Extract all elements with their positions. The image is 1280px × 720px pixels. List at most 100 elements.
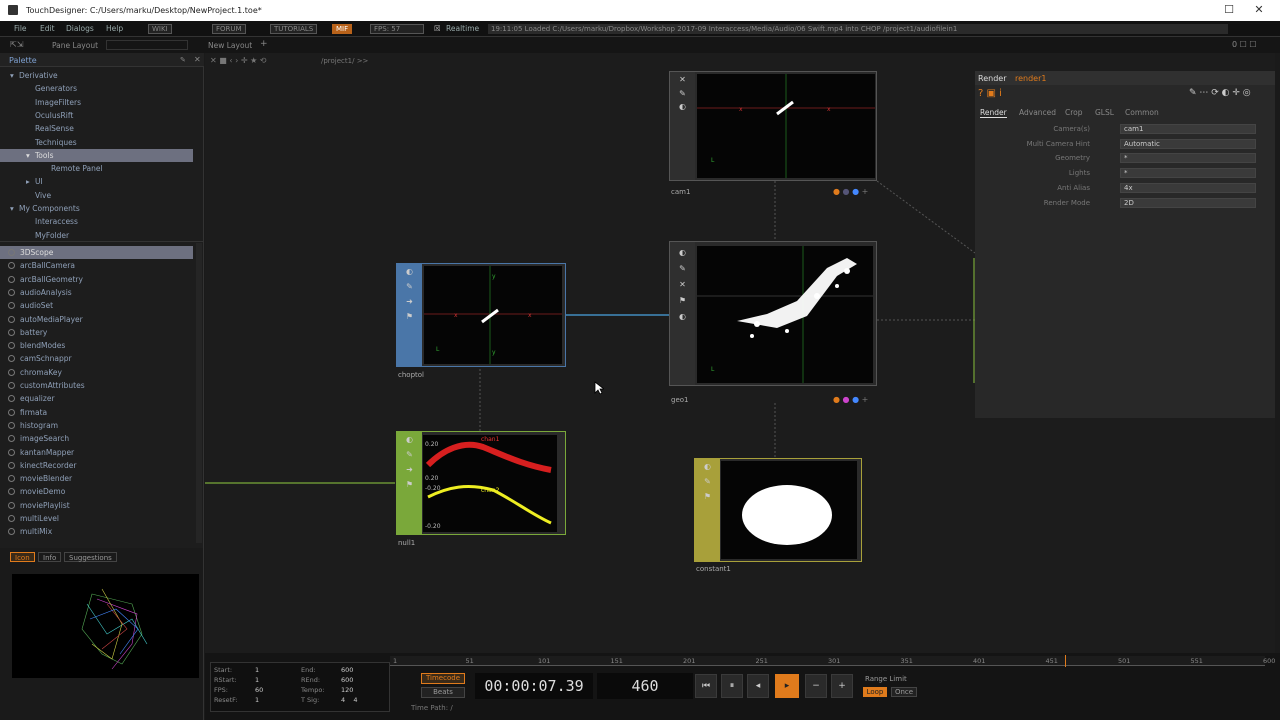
palette-component-item[interactable]: arcBallGeometry [0,273,193,286]
palette-folder-my-components[interactable]: ▾ My Components [0,202,193,215]
palette-component-item[interactable]: equalizer [0,392,193,405]
palette-close-icon[interactable]: ✕ [194,55,201,64]
palette-component-item[interactable]: camSchnappr [0,352,193,365]
forum-button[interactable]: FORUM [212,24,246,34]
pin-icon[interactable]: ✎ [180,56,186,64]
frame-display[interactable]: 460 [597,673,693,699]
tutorials-button[interactable]: TUTORIALS [270,24,318,34]
pane-controls-icon[interactable]: 0 ☐ ☐ [1232,40,1257,49]
playhead[interactable] [1065,655,1066,667]
pane-layout-label[interactable]: Pane Layout [52,41,98,50]
step-back-icon[interactable]: − [805,674,827,698]
tempo-value[interactable]: 120 [341,686,353,694]
param-field[interactable]: * [1120,168,1256,179]
palette-component-item[interactable]: firmata [0,406,193,419]
param-tab-crop[interactable]: Crop [1065,108,1083,117]
palette-component-item[interactable]: histogram [0,419,193,432]
reverse-play-icon[interactable]: ◂ [747,674,769,698]
close-icon[interactable]: ✕ [678,75,687,84]
viewer-icon[interactable]: ◐ [678,248,687,257]
beats-button[interactable]: Beats [421,687,465,698]
wiki-button[interactable]: WIKI [148,24,172,34]
palette-component-item[interactable]: battery [0,326,193,339]
realtime-toggle-icon[interactable]: ☒ [434,24,441,33]
param-tab-render[interactable]: Render [980,108,1007,118]
menu-file[interactable]: File [14,24,27,33]
tab-icon[interactable]: Icon [10,552,35,562]
param-field[interactable]: Automatic [1120,138,1256,149]
palette-component-item[interactable]: multiLevel [0,512,193,525]
arrow-icon[interactable]: ➜ [405,465,414,474]
palette-component-item[interactable]: chromaKey [0,366,193,379]
tsig-value[interactable]: 4 4 [341,696,358,704]
cam1-flags-icon[interactable]: ● ● ● + [833,187,868,196]
pane-layout-buttons[interactable] [106,40,188,50]
viewer-icon[interactable]: ◐ [405,267,414,276]
loop-button[interactable]: Loop [863,687,887,697]
viewer-icon[interactable]: ◐ [405,435,414,444]
edit-icon[interactable]: ✎ [405,282,414,291]
palette-folder-remote-panel[interactable]: Remote Panel [0,162,193,175]
step-forward-icon[interactable]: + [831,674,853,698]
param-tab-glsl[interactable]: GLSL [1095,108,1114,117]
help-icon[interactable]: ? ▣ i [978,88,1002,99]
fps-value[interactable]: 60 [255,686,263,694]
menu-dialogs[interactable]: Dialogs [66,24,94,33]
node-cam1[interactable]: ✕ ✎ ◐ x x L [669,71,877,181]
timecode-display[interactable]: 00:00:07.39 [475,673,593,699]
palette-folder-myfolder[interactable]: MyFolder [0,229,193,242]
edit-icon[interactable]: ✎ [703,477,712,486]
palette-component-item[interactable]: customAttributes [0,379,193,392]
edit-icon[interactable]: ✎ [678,89,687,98]
timecode-button[interactable]: Timecode [421,673,465,684]
play-icon[interactable]: ▸ [775,674,799,698]
flag-icon[interactable]: ⚑ [405,480,414,489]
param-field[interactable]: 4x [1120,182,1256,193]
palette-folder-tools[interactable]: ▾ Tools [0,148,193,162]
rstart-value[interactable]: 1 [255,676,259,684]
palette-folder-interaccess[interactable]: Interaccess [0,215,193,228]
resetf-value[interactable]: 1 [255,696,259,704]
palette-folder-realsense[interactable]: RealSense [0,122,193,135]
palette-component-item[interactable]: blendModes [0,339,193,352]
param-tab-common[interactable]: Common [1125,108,1159,117]
palette-folder-oculusrift[interactable]: OculusRift [0,109,193,122]
palette-component-item[interactable]: 3DScope [0,246,193,259]
palette-folder-derivative[interactable]: ▾ Derivative [0,69,193,82]
palette-folder-imagefilters[interactable]: ImageFilters [0,96,193,109]
palette-scrollbar[interactable] [196,243,202,543]
mode-indicator[interactable]: MIF [332,24,353,34]
palette-component-item[interactable]: moviePlaylist [0,499,193,512]
palette-component-item[interactable]: autoMediaPlayer [0,313,193,326]
tab-info[interactable]: Info [38,552,62,562]
palette-folder-vive[interactable]: Vive [0,189,193,202]
tab-suggestions[interactable]: Suggestions [64,552,117,562]
end-value[interactable]: 600 [341,666,353,674]
palette-component-item[interactable]: movieBlender [0,472,193,485]
node-null1[interactable]: ◐ ✎ ➜ ⚑ 0.20 chan1 0.20 -0.20 chan2 -0.2… [396,431,566,535]
flag-icon[interactable]: ⚑ [678,296,687,305]
menu-help[interactable]: Help [106,24,123,33]
close-icon[interactable]: ✕ [678,280,687,289]
geo1-flags-icon[interactable]: ● ● ● + [833,395,868,404]
new-layout-label[interactable]: New Layout [208,41,252,50]
palette-component-item[interactable]: multiMix [0,525,193,538]
add-layout-icon[interactable]: + [260,39,268,49]
param-tab-advanced[interactable]: Advanced [1019,108,1056,117]
flag-icon[interactable]: ⚑ [405,312,414,321]
node-choptol[interactable]: ◐ ✎ ➜ ⚑ x x y y L [396,263,566,367]
menu-edit[interactable]: Edit [40,24,55,33]
close-button[interactable]: ✕ [1252,3,1266,17]
palette-folder-generators[interactable]: Generators [0,82,193,95]
pause-icon[interactable]: ⏸ [721,674,743,698]
palette-component-item[interactable]: imageSearch [0,432,193,445]
go-to-start-icon[interactable]: ⏮ [695,674,717,698]
palette-folder-ui[interactable]: ▸ UI [0,175,193,188]
palette-folder-techniques[interactable]: Techniques [0,136,193,149]
palette-component-item[interactable]: kinectRecorder [0,459,193,472]
palette-component-item[interactable]: kantanMapper [0,446,193,459]
node-geo1[interactable]: ◐ ✎ ✕ ⚑ ◐ L [669,241,877,386]
palette-component-item[interactable]: movieDemo [0,485,193,498]
arrow-icon[interactable]: ➜ [405,297,414,306]
start-value[interactable]: 1 [255,666,259,674]
